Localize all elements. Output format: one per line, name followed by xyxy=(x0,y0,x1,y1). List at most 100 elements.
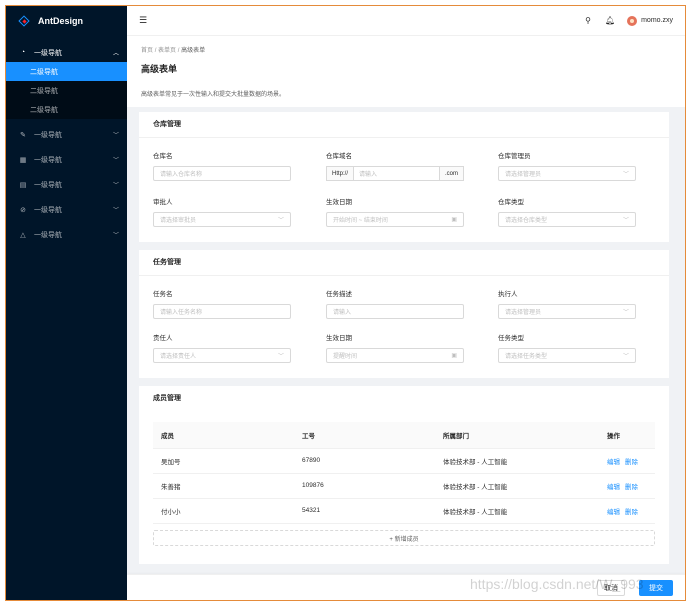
delete-link[interactable]: 删除 xyxy=(625,459,638,466)
chevron-down-icon: ﹀ xyxy=(277,354,284,360)
field-label: 仓库名 xyxy=(153,153,173,160)
task-card-title: 任务管理 xyxy=(139,250,669,276)
warehouse-card: 仓库管理 仓库名 请输入仓库名称 仓库域名 Http:// 请输入 .com 仓… xyxy=(139,112,669,242)
breadcrumb-form[interactable]: 表单页 xyxy=(158,48,176,54)
top-header: ☰ ⚲ 🔔︎ momo.zxy xyxy=(127,6,685,36)
domain-input[interactable]: 请输入 xyxy=(353,166,440,181)
add-member-button[interactable]: + 新增成员 xyxy=(153,530,655,546)
edit-link[interactable]: 编辑 xyxy=(607,484,620,491)
sidebar-item-label: 一级导航 xyxy=(34,181,62,189)
form-icon: ✎ xyxy=(20,131,26,139)
submit-button[interactable]: 提交 xyxy=(639,580,673,596)
member-dept: 体验技术部 - 人工智能 xyxy=(435,473,599,499)
delete-link[interactable]: 删除 xyxy=(625,509,638,516)
profile-icon: ▤ xyxy=(19,181,27,189)
task-desc-input[interactable]: 请输入 xyxy=(326,304,464,319)
warehouse-admin-field: 仓库管理员 请选择管理员 ﹀ xyxy=(498,150,636,181)
user-menu[interactable]: momo.zxy xyxy=(627,15,673,26)
member-name: 付小小 xyxy=(153,498,294,524)
task-date-field: 生效日期 提醒时间 ▣ xyxy=(326,332,464,363)
task-owner-field: 责任人 请选择责任人 ﹀ xyxy=(153,332,291,363)
task-type-select[interactable]: 请选择任务类型 ﹀ xyxy=(498,348,636,363)
table-row: 朱善猪 109876 体验技术部 - 人工智能 编辑 删除 xyxy=(153,473,655,499)
member-id: 67890 xyxy=(294,448,435,474)
page-header: 首页 / 表单页 / 高级表单 高级表单 高级表单常见于一次性输入和提交大批量数… xyxy=(127,36,685,107)
field-label: 生效日期 xyxy=(326,335,352,342)
search-icon[interactable]: ⚲ xyxy=(585,16,591,25)
warehouse-card-title: 仓库管理 xyxy=(139,112,669,138)
task-date-picker[interactable]: 提醒时间 ▣ xyxy=(326,348,464,363)
edit-link[interactable]: 编辑 xyxy=(607,459,620,466)
warehouse-name-input[interactable]: 请输入仓库名称 xyxy=(153,166,291,181)
sidebar-item-2[interactable]: ✎ 一级导航 ﹀ xyxy=(6,125,127,144)
members-card-title: 成员管理 xyxy=(153,395,181,402)
task-name-field: 任务名 请输入任务名称 xyxy=(153,288,291,319)
warehouse-date-range-picker[interactable]: 开始时间 ~ 结束时间 ▣ xyxy=(326,212,464,227)
sidebar-item-6[interactable]: △ 一级导航 ﹀ xyxy=(6,225,127,244)
warehouse-type-select[interactable]: 请选择仓库类型 ﹀ xyxy=(498,212,636,227)
task-desc-field: 任务描述 请输入 xyxy=(326,288,464,319)
task-exec-select[interactable]: 请选择管理员 ﹀ xyxy=(498,304,636,319)
menu-fold-icon[interactable]: ☰ xyxy=(139,15,147,26)
table-icon: ▦ xyxy=(19,156,27,164)
domain-prefix: Http:// xyxy=(326,166,354,181)
task-name-input[interactable]: 请输入任务名称 xyxy=(153,304,291,319)
member-name: 吴加号 xyxy=(153,448,294,474)
antdesign-logo-icon xyxy=(18,15,30,27)
task-owner-select[interactable]: 请选择责任人 ﹀ xyxy=(153,348,291,363)
app-frame: AntDesign ◔ 一级导航 ︿ 二级导航 二级导航 二级导航 ✎ 一级导航… xyxy=(5,5,686,601)
approver-select[interactable]: 请选择审批员 ﹀ xyxy=(153,212,291,227)
breadcrumb-home[interactable]: 首页 xyxy=(141,48,153,54)
member-dept: 体验技术部 - 人工智能 xyxy=(435,448,599,474)
sidebar-item-label: 一级导航 xyxy=(34,156,62,164)
sidebar-item-4[interactable]: ▤ 一级导航 ﹀ xyxy=(6,175,127,194)
chevron-down-icon: ﹀ xyxy=(112,208,119,214)
chevron-down-icon: ﹀ xyxy=(622,354,629,360)
field-label: 任务类型 xyxy=(498,335,524,342)
sidebar-item-label: 一级导航 xyxy=(34,49,62,57)
logo[interactable]: AntDesign xyxy=(6,6,127,36)
chevron-down-icon: ﹀ xyxy=(112,158,119,164)
table-header-row: 成员 工号 所属部门 操作 xyxy=(153,422,655,449)
row-actions: 编辑 删除 xyxy=(599,473,655,499)
warehouse-domain-input[interactable]: Http:// 请输入 .com xyxy=(326,166,464,181)
breadcrumb-current: 高级表单 xyxy=(181,48,206,54)
sidebar-item-5[interactable]: ⊘ 一级导航 ﹀ xyxy=(6,200,127,219)
warning-icon: △ xyxy=(20,231,26,239)
table-row: 付小小 54321 体验技术部 - 人工智能 编辑 删除 xyxy=(153,498,655,524)
breadcrumb: 首页 / 表单页 / 高级表单 xyxy=(141,48,206,54)
submenu-item-3[interactable]: 二级导航 xyxy=(6,100,127,119)
submenu: 二级导航 二级导航 二级导航 xyxy=(6,62,127,119)
sidebar-item-label: 一级导航 xyxy=(34,131,62,139)
chevron-down-icon: ﹀ xyxy=(112,133,119,139)
edit-link[interactable]: 编辑 xyxy=(607,509,620,516)
bell-icon[interactable]: 🔔︎ xyxy=(605,16,615,25)
calendar-icon: ▣ xyxy=(451,353,457,359)
task-exec-field: 执行人 请选择管理员 ﹀ xyxy=(498,288,636,319)
delete-link[interactable]: 删除 xyxy=(625,484,638,491)
field-label: 仓库类型 xyxy=(498,199,524,206)
check-circle-icon: ⊘ xyxy=(20,206,26,214)
cancel-button[interactable]: 取消 xyxy=(597,580,625,596)
members-card: 成员管理 成员 工号 所属部门 操作 吴加号 67890 体验技术部 - 人工智… xyxy=(139,386,669,564)
members-table: 成员 工号 所属部门 操作 吴加号 67890 体验技术部 - 人工智能 编辑删… xyxy=(153,422,655,524)
member-dept: 体验技术部 - 人工智能 xyxy=(435,498,599,524)
warehouse-admin-select[interactable]: 请选择管理员 ﹀ xyxy=(498,166,636,181)
submenu-item-1[interactable]: 二级导航 xyxy=(6,62,127,81)
sidebar-item-1[interactable]: ◔ 一级导航 ︿ xyxy=(6,43,127,62)
field-label: 执行人 xyxy=(498,291,518,298)
sidebar-item-label: 一级导航 xyxy=(34,206,62,214)
submenu-item-2[interactable]: 二级导航 xyxy=(6,81,127,100)
chevron-down-icon: ﹀ xyxy=(277,218,284,224)
sidebar-item-3[interactable]: ▦ 一级导航 ﹀ xyxy=(6,150,127,169)
member-name: 朱善猪 xyxy=(153,473,294,499)
column-header: 所属部门 xyxy=(435,422,599,449)
field-label: 审批人 xyxy=(153,199,173,206)
main-area: ☰ ⚲ 🔔︎ momo.zxy 首页 / 表单页 / 高级表单 高级表单 高级表… xyxy=(127,6,685,600)
page-title: 高级表单 xyxy=(141,64,178,74)
column-header: 工号 xyxy=(294,422,435,449)
domain-suffix: .com xyxy=(439,166,464,181)
warehouse-type-field: 仓库类型 请选择仓库类型 ﹀ xyxy=(498,196,636,227)
warehouse-name-field: 仓库名 请输入仓库名称 xyxy=(153,150,291,181)
warehouse-date-field: 生效日期 开始时间 ~ 结束时间 ▣ xyxy=(326,196,464,227)
